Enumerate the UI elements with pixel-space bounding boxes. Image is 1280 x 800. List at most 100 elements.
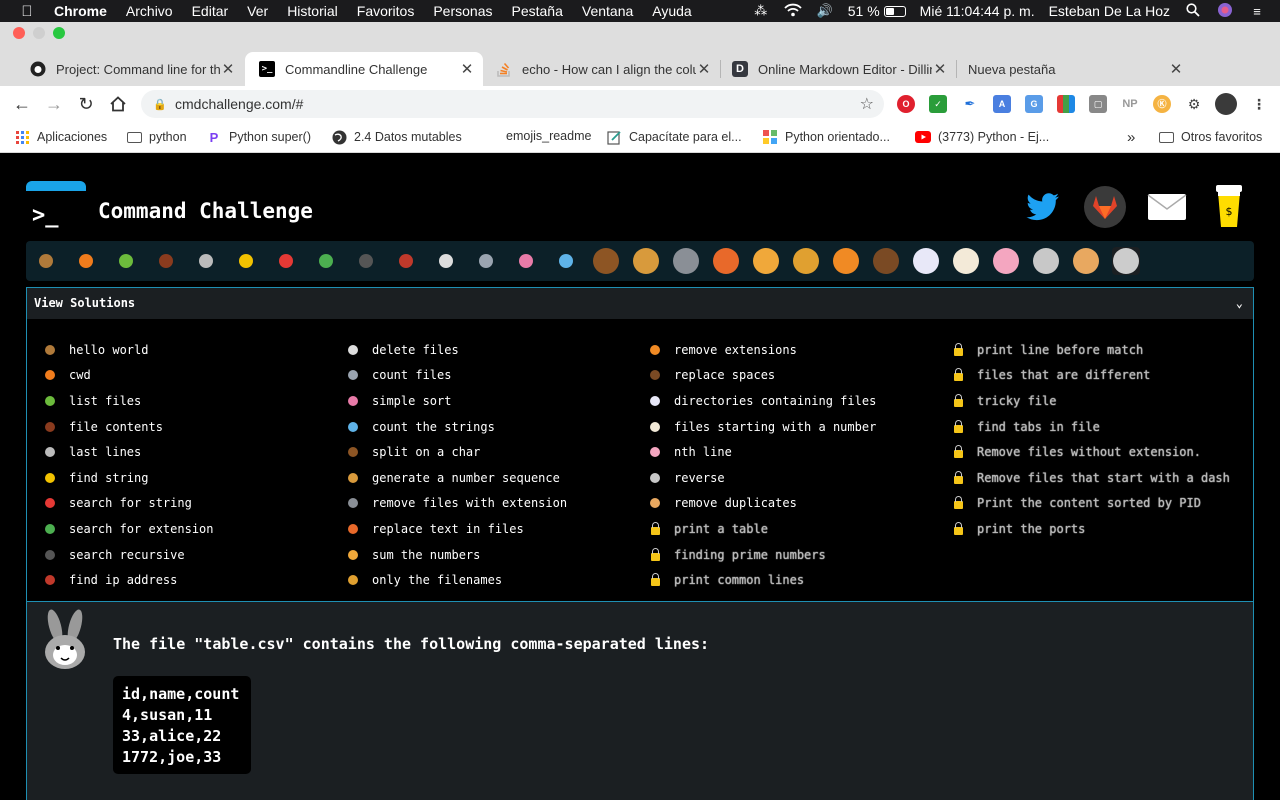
solution-link[interactable]: Remove files that start with a dash	[935, 465, 1230, 491]
solution-link[interactable]: find ip address	[27, 567, 214, 593]
solution-link[interactable]: sum the numbers	[330, 542, 567, 568]
challenge-progress-item[interactable]	[352, 247, 380, 275]
mail-icon[interactable]	[1146, 186, 1188, 228]
menubar-clock[interactable]: Mié 11:04:44 p. m.	[920, 3, 1035, 19]
solution-link[interactable]: file contents	[27, 414, 214, 440]
menubar-user[interactable]: Esteban De La Hoz	[1049, 3, 1170, 19]
challenge-progress-item[interactable]	[592, 247, 620, 275]
menu-pestana[interactable]: Pestaña	[512, 3, 563, 19]
chevron-down-icon[interactable]: ⌄	[1236, 288, 1243, 319]
address-bar[interactable]: 🔒 cmdchallenge.com/# ☆	[141, 90, 884, 118]
window-close-button[interactable]	[13, 27, 25, 39]
apple-icon[interactable]: 	[18, 3, 36, 20]
challenge-progress-item[interactable]	[432, 247, 460, 275]
tampermonkey-icon[interactable]: Ⓚ	[1153, 95, 1171, 113]
site-logo[interactable]: >_	[26, 181, 86, 241]
tab-close-icon[interactable]: ✕	[220, 60, 236, 78]
challenge-progress-item[interactable]	[112, 247, 140, 275]
bookmark-capacitate[interactable]: Capacítate para el...	[606, 129, 742, 145]
solution-link[interactable]: count the strings	[330, 414, 567, 440]
menu-kebab-icon[interactable]: ⋮	[1250, 95, 1268, 113]
solution-link[interactable]: tricky file	[935, 388, 1230, 414]
checkmark-extension-icon[interactable]: ✓	[929, 95, 947, 113]
solution-link[interactable]: nth line	[632, 439, 876, 465]
tab-close-icon[interactable]: ✕	[696, 60, 712, 78]
solution-link[interactable]: search for extension	[27, 516, 214, 542]
solution-link[interactable]: Remove files without extension.	[935, 439, 1230, 465]
menu-ver[interactable]: Ver	[247, 3, 268, 19]
menu-ayuda[interactable]: Ayuda	[652, 3, 691, 19]
solution-link[interactable]: replace text in files	[330, 516, 567, 542]
color-picker-icon[interactable]	[1057, 95, 1075, 113]
reload-icon[interactable]: ↻	[74, 92, 98, 116]
coffee-icon[interactable]: $	[1208, 181, 1250, 231]
volume-icon[interactable]: 🔊	[816, 3, 834, 19]
solution-link[interactable]: delete files	[330, 337, 567, 363]
solution-link[interactable]: only the filenames	[330, 567, 567, 593]
solution-link[interactable]: files starting with a number	[632, 414, 876, 440]
twitter-icon[interactable]	[1022, 186, 1064, 228]
challenge-progress-item[interactable]	[312, 247, 340, 275]
solution-link[interactable]: finding prime numbers	[632, 542, 876, 568]
screenshot-extension-icon[interactable]: ▢	[1089, 95, 1107, 113]
battery-status[interactable]: 51 %	[848, 3, 906, 19]
challenge-progress-item[interactable]	[632, 247, 660, 275]
solution-link[interactable]: remove duplicates	[632, 491, 876, 517]
challenge-progress-item[interactable]	[912, 247, 940, 275]
wifi-icon[interactable]	[784, 3, 802, 20]
tab-stackoverflow-echo[interactable]: echo - How can I align the colu ✕	[482, 52, 720, 86]
challenge-progress-item[interactable]	[472, 247, 500, 275]
menu-ventana[interactable]: Ventana	[582, 3, 633, 19]
opera-icon[interactable]: O	[897, 95, 915, 113]
home-icon[interactable]	[106, 92, 130, 116]
view-solutions-header[interactable]: View Solutions ⌄	[27, 288, 1253, 319]
solution-link[interactable]: reverse	[632, 465, 876, 491]
solution-link[interactable]: list files	[27, 388, 214, 414]
window-minimize-button[interactable]	[33, 27, 45, 39]
solution-link[interactable]: cwd	[27, 363, 214, 389]
bookmark-python-super[interactable]: P Python super()	[206, 129, 311, 145]
solution-link[interactable]: split on a char	[330, 439, 567, 465]
bookmark-aplicaciones[interactable]: Aplicaciones	[14, 129, 107, 145]
challenge-progress-item[interactable]	[392, 247, 420, 275]
extensions-puzzle-icon[interactable]: ⚙	[1185, 95, 1203, 113]
tab-commandline-challenge[interactable]: >_ Commandline Challenge ✕	[245, 52, 483, 86]
forward-arrow-icon[interactable]: →	[42, 92, 66, 116]
challenge-progress-item[interactable]	[792, 247, 820, 275]
challenge-progress-item[interactable]	[992, 247, 1020, 275]
challenge-progress-item[interactable]	[512, 247, 540, 275]
challenge-progress-item[interactable]	[712, 247, 740, 275]
solution-link[interactable]: print a table	[632, 516, 876, 542]
bookmark-python-folder[interactable]: python	[126, 129, 187, 145]
solution-link[interactable]: remove extensions	[632, 337, 876, 363]
solution-link[interactable]: count files	[330, 363, 567, 389]
gitlab-icon[interactable]	[1084, 186, 1126, 228]
challenge-progress-item[interactable]	[232, 247, 260, 275]
lock-icon[interactable]: 🔒	[153, 98, 167, 111]
challenge-progress-item[interactable]	[672, 247, 700, 275]
translate-icon[interactable]: A	[993, 95, 1011, 113]
solution-link[interactable]: hello world	[27, 337, 214, 363]
bluetooth-icon[interactable]: ⁂	[752, 3, 770, 19]
challenge-progress-item[interactable]	[872, 247, 900, 275]
bookmark-python-orientado[interactable]: Python orientado...	[762, 129, 890, 145]
menu-editar[interactable]: Editar	[192, 3, 229, 19]
profile-avatar[interactable]	[1215, 93, 1237, 115]
solution-link[interactable]: search for string	[27, 491, 214, 517]
solution-link[interactable]: files that are different	[935, 363, 1230, 389]
siri-icon[interactable]	[1216, 2, 1234, 21]
challenge-progress-item[interactable]	[192, 247, 220, 275]
menu-app-chrome[interactable]: Chrome	[54, 3, 107, 19]
solution-link[interactable]: replace spaces	[632, 363, 876, 389]
challenge-progress-item[interactable]	[272, 247, 300, 275]
challenge-progress-item[interactable]	[752, 247, 780, 275]
bookmark-emojis-readme[interactable]: emojis_readme	[506, 129, 591, 143]
tab-close-icon[interactable]: ✕	[932, 60, 948, 78]
challenge-progress-item[interactable]	[552, 247, 580, 275]
solution-link[interactable]: directories containing files	[632, 388, 876, 414]
menu-favoritos[interactable]: Favoritos	[357, 3, 415, 19]
challenge-progress-item[interactable]	[952, 247, 980, 275]
pen-extension-icon[interactable]: ✒	[961, 95, 979, 113]
bookmark-otros-favoritos[interactable]: Otros favoritos	[1158, 129, 1262, 145]
bookmark-star-icon[interactable]: ☆	[860, 94, 874, 114]
